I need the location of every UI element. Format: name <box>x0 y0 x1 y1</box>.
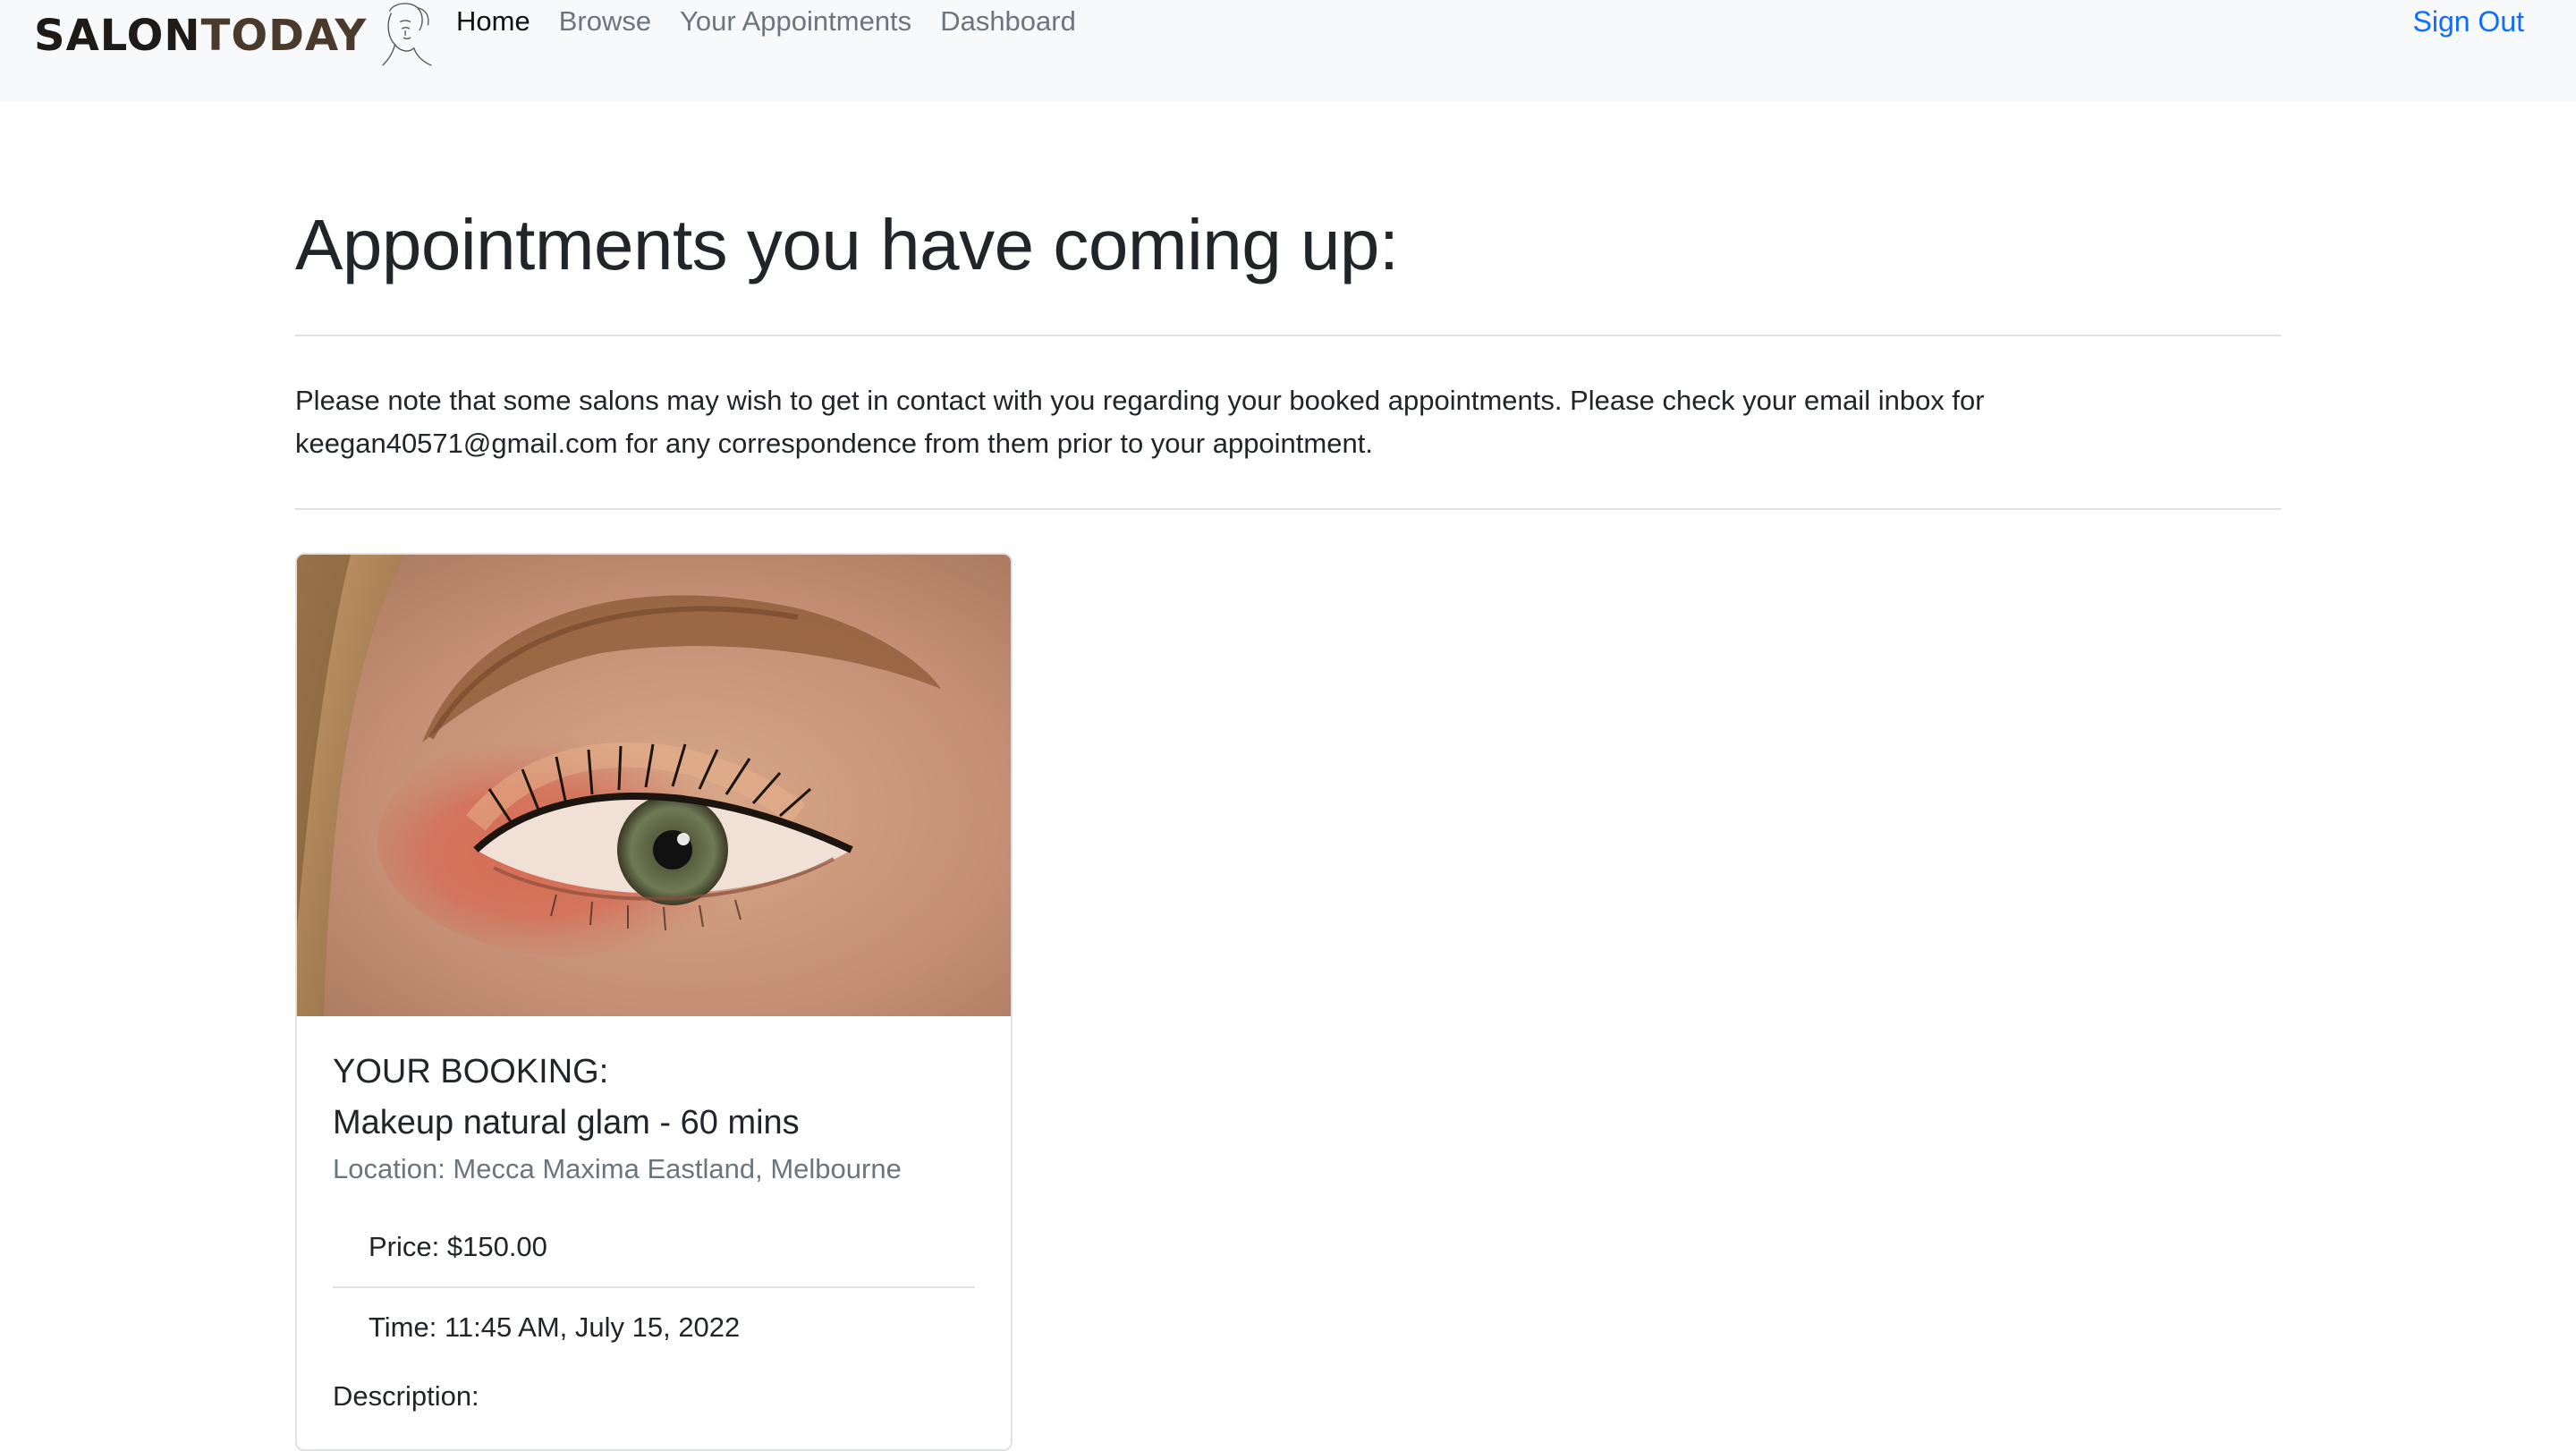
booking-location: Location: Mecca Maxima Eastland, Melbour… <box>333 1152 902 1184</box>
divider <box>295 508 2281 510</box>
page-title: Appointments you have coming up: <box>295 205 1399 284</box>
top-navbar: SALONTODAY Home Browse Your Appointments… <box>0 0 2576 102</box>
booking-price: Price: $150.00 <box>333 1208 975 1289</box>
eye-makeup-photo <box>297 555 1011 1016</box>
divider <box>295 335 2281 336</box>
contact-note: Please note that some salons may wish to… <box>295 385 1985 459</box>
nav-your-appointments-link[interactable]: Your Appointments <box>665 4 926 39</box>
booking-label: YOUR BOOKING: <box>333 1053 609 1090</box>
booking-description-section: Description: <box>297 1380 1011 1413</box>
nav-home-link[interactable]: Home <box>456 4 545 39</box>
main-nav: Home Browse Your Appointments Dashboard <box>456 4 1090 39</box>
nav-browse-link[interactable]: Browse <box>545 4 665 39</box>
booking-details-list: Price: $150.00 Time: 11:45 AM, July 15, … <box>333 1208 975 1368</box>
brand-wordmark: SALONTODAY <box>34 11 368 61</box>
service-name: Makeup natural glam - 60 mins <box>333 1104 800 1142</box>
booking-card-body: YOUR BOOKING: Makeup natural glam - 60 m… <box>297 1016 1011 1188</box>
brand-logo-link[interactable]: SALONTODAY <box>34 3 444 68</box>
nav-dashboard-link[interactable]: Dashboard <box>926 4 1090 39</box>
booking-time: Time: 11:45 AM, July 15, 2022 <box>369 1311 741 1344</box>
sign-out-link[interactable]: Sign Out <box>2412 4 2524 39</box>
booking-description-label: Description: <box>333 1379 479 1412</box>
woman-face-logo-icon <box>382 3 432 66</box>
booking-card: YOUR BOOKING: Makeup natural glam - 60 m… <box>295 553 1013 1451</box>
